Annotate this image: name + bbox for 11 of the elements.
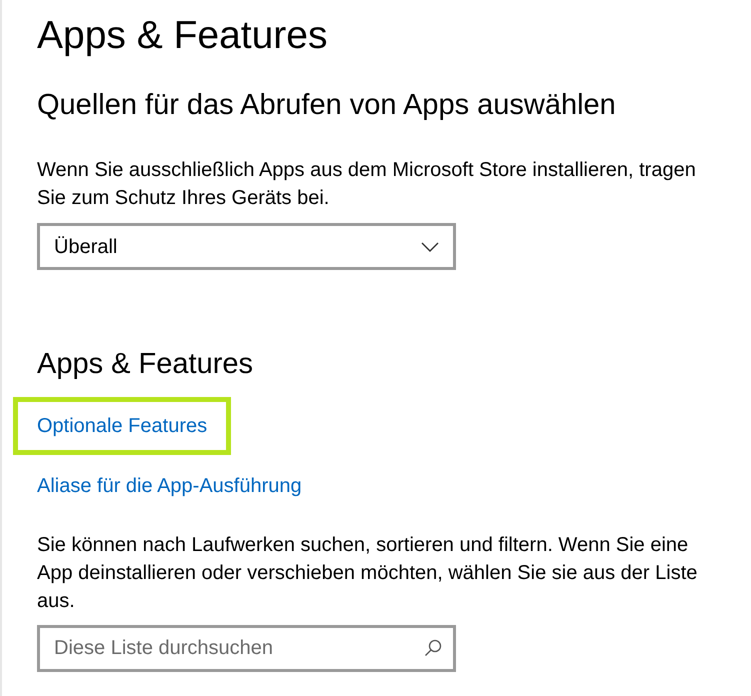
dropdown[interactable]: Überall	[37, 223, 456, 270]
page-title: Apps & Features	[37, 13, 328, 59]
section-heading: Apps & Features	[37, 347, 254, 382]
description-text: Wenn Sie ausschließlich Apps aus dem Microsoft Store installieren, tragen Sie zum Schutz Ihres Geräts bei.	[37, 158, 697, 211]
chevron-down-icon	[421, 242, 439, 252]
link[interactable]: Optionale Features	[37, 411, 208, 441]
link[interactable]: Aliase für die App-Ausführung	[37, 471, 302, 501]
description-text: Sie können nach Laufwerken suchen, sortieren und filtern. Wenn Sie eine App deinstallieren oder verschieben möchten, wählen Sie sie aus der Liste aus.	[37, 533, 698, 614]
search-icon	[424, 639, 442, 657]
section-heading: Quellen für das Abrufen von Apps auswählen	[37, 88, 617, 123]
search-field[interactable]: Diese Liste durchsuchen	[37, 625, 456, 672]
